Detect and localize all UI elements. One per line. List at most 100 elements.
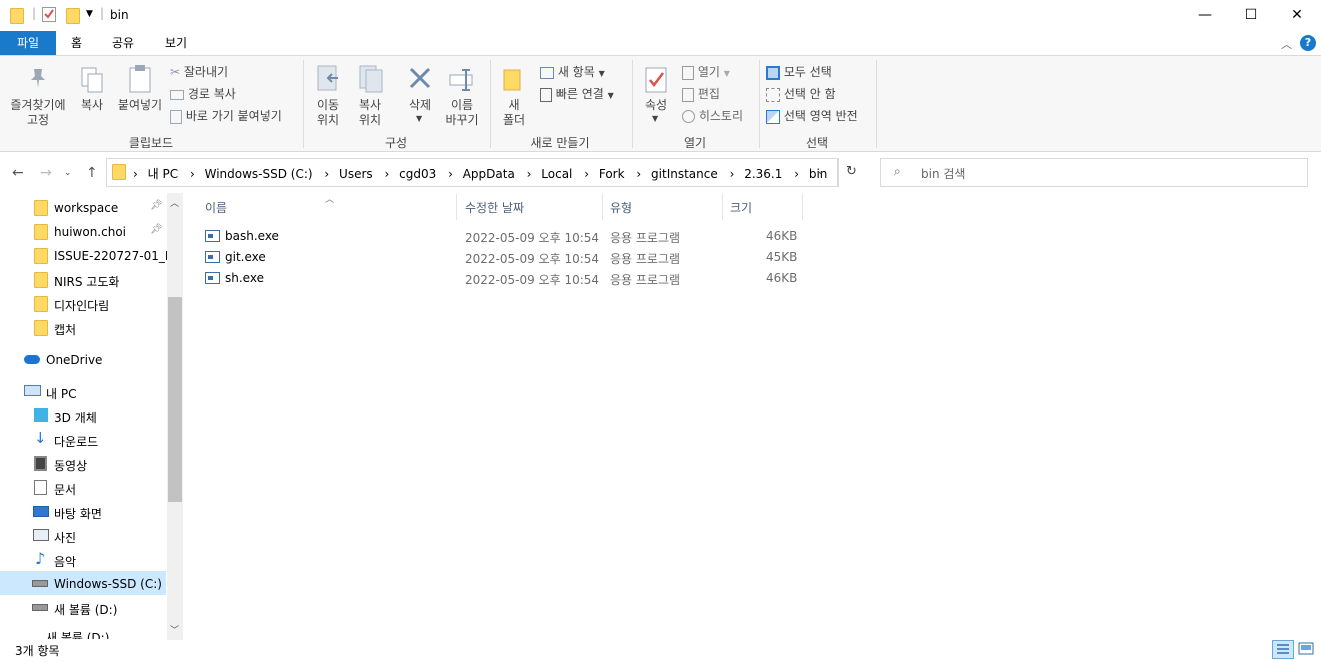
new-folder-quick-icon[interactable] <box>66 8 80 24</box>
paste-button[interactable]: 붙여넣기 <box>114 60 166 130</box>
ribbon-tabs: 파일 홈 공유 보기 ︿ ? <box>0 31 1321 55</box>
easy-access-label: 빠른 연결 <box>555 87 604 101</box>
move-to-button[interactable]: 이동 위치 <box>308 60 348 130</box>
minimize-button[interactable]: — <box>1182 0 1228 31</box>
nav-item-documents[interactable]: 문서 <box>0 475 170 499</box>
nav-item-label: 동영상 <box>54 459 88 473</box>
breadcrumb-item[interactable]: 내 PC <box>148 167 178 181</box>
nav-item-3d-objects[interactable]: 3D 개체 <box>0 403 170 427</box>
large-icons-view-icon[interactable] <box>1297 640 1317 659</box>
properties-quick-icon[interactable] <box>42 7 56 22</box>
delete-button[interactable]: 삭제 ▼ <box>398 60 442 130</box>
recent-chevron-icon[interactable]: ⌄ <box>64 168 72 178</box>
column-divider[interactable] <box>722 194 723 220</box>
column-divider[interactable] <box>456 194 457 220</box>
column-header-date[interactable]: 수정한 날짜 <box>465 199 524 216</box>
copy-path-button[interactable]: 경로 복사 <box>170 85 236 102</box>
easy-access-button[interactable]: 빠른 연결 ▼ <box>540 85 614 102</box>
history-button[interactable]: 히스토리 <box>682 107 743 124</box>
chevron-down-icon[interactable]: ▼ <box>86 9 93 19</box>
breadcrumb-item[interactable]: AppData <box>463 167 515 181</box>
breadcrumb-separator: › <box>133 167 138 181</box>
nav-scrollbar[interactable]: ︿ ﹀ <box>167 193 183 640</box>
clipboard-group-label: 클립보드 <box>128 136 174 150</box>
video-icon <box>34 456 47 471</box>
breadcrumb-item[interactable]: gitInstance <box>651 167 718 181</box>
scrollbar-thumb[interactable] <box>168 297 182 502</box>
nav-item-workspace[interactable]: workspace 📌︎ <box>0 195 170 219</box>
tab-share[interactable]: 공유 <box>98 31 148 55</box>
new-folder-button[interactable]: 새 폴더 <box>496 60 532 130</box>
select-all-button[interactable]: 모두 선택 <box>766 63 832 80</box>
nav-item-downloads[interactable]: ↓ 다운로드 <box>0 427 170 451</box>
download-icon: ↓ <box>34 429 47 447</box>
file-row[interactable]: sh.exe 2022-05-09 오후 10:54 응용 프로그램 46KB <box>203 268 803 289</box>
breadcrumb-item[interactable]: Fork <box>599 167 625 181</box>
file-row[interactable]: git.exe 2022-05-09 오후 10:54 응용 프로그램 45KB <box>203 247 803 268</box>
address-dropdown-chevron-icon[interactable]: ⌄ <box>816 164 825 177</box>
nav-item-onedrive[interactable]: OneDrive <box>0 347 170 371</box>
nav-item-capture[interactable]: 캡처 <box>0 315 170 339</box>
folder-icon <box>10 8 24 24</box>
collapse-ribbon-icon[interactable]: ︿ <box>1281 36 1292 52</box>
nav-item-drive-d-2[interactable]: 새 볼륨 (D:) <box>0 625 170 639</box>
maximize-button[interactable]: ☐ <box>1228 0 1274 31</box>
music-icon: ♪ <box>35 549 46 568</box>
invert-selection-button[interactable]: 선택 영역 반전 <box>766 107 858 124</box>
close-button[interactable]: ✕ <box>1274 0 1320 31</box>
search-placeholder[interactable]: bin 검색 <box>921 165 965 182</box>
properties-button[interactable]: 속성 ▼ <box>638 60 674 130</box>
select-none-button[interactable]: 선택 안 함 <box>766 85 836 102</box>
nav-item-drive-d[interactable]: 새 볼륨 (D:) <box>0 595 170 619</box>
nav-item-nirs[interactable]: NIRS 고도화 <box>0 267 170 291</box>
scroll-up-icon[interactable]: ︿ <box>170 196 179 209</box>
tab-view[interactable]: 보기 <box>151 31 201 55</box>
nav-item-videos[interactable]: 동영상 <box>0 451 170 475</box>
nav-item-drive-c[interactable]: Windows-SSD (C:) <box>0 571 166 595</box>
pin-to-quick-access-button[interactable]: 즐겨찾기에 고정 <box>6 60 70 130</box>
nav-item-label: 내 PC <box>46 387 77 401</box>
column-divider[interactable] <box>602 194 603 220</box>
paste-shortcut-button[interactable]: 바로 가기 붙여넣기 <box>170 107 282 124</box>
copy-button[interactable]: 복사 <box>74 60 110 130</box>
up-arrow-icon[interactable]: ↑ <box>86 165 98 181</box>
properties-label: 속성 <box>644 98 668 112</box>
forward-arrow-icon[interactable]: → <box>40 165 52 181</box>
nav-item-label: 사진 <box>54 531 77 545</box>
nav-item-pictures[interactable]: 사진 <box>0 523 170 547</box>
nav-item-design[interactable]: 디자인다림 <box>0 291 170 315</box>
scroll-down-icon[interactable]: ﹀ <box>170 623 179 636</box>
cut-button[interactable]: ✂ 잘라내기 <box>170 63 228 80</box>
nav-item-this-pc[interactable]: 내 PC <box>0 379 170 403</box>
new-item-button[interactable]: 새 항목 ▼ <box>540 63 605 80</box>
file-name: bash.exe <box>225 229 279 243</box>
refresh-icon[interactable]: ↻ <box>846 164 857 179</box>
breadcrumb-item[interactable]: cgd03 <box>399 167 436 181</box>
column-header-name[interactable]: 이름 <box>205 199 227 216</box>
new-group-label: 새로 만들기 <box>530 136 590 150</box>
nav-item-music[interactable]: ♪ 음악 <box>0 547 170 571</box>
column-header-size[interactable]: 크기 <box>730 199 752 216</box>
column-divider[interactable] <box>802 194 803 220</box>
file-row[interactable]: bash.exe 2022-05-09 오후 10:54 응용 프로그램 46K… <box>203 226 803 247</box>
breadcrumb-item[interactable]: Local <box>541 167 572 181</box>
tab-home[interactable]: 홈 <box>57 31 96 55</box>
help-icon[interactable]: ? <box>1300 35 1316 51</box>
nav-item-desktop[interactable]: 바탕 화면 <box>0 499 170 523</box>
item-count: 3개 항목 <box>15 644 60 658</box>
file-size: 46KB <box>766 271 798 285</box>
chevron-down-icon: ▼ <box>607 91 614 100</box>
edit-button[interactable]: 편집 <box>682 85 720 102</box>
open-button[interactable]: 열기 ▼ <box>682 63 730 80</box>
tab-file[interactable]: 파일 <box>0 31 56 55</box>
rename-button[interactable]: 이름 바꾸기 <box>442 60 482 130</box>
copy-to-button[interactable]: 복사 위치 <box>350 60 390 130</box>
breadcrumb-item[interactable]: Windows-SSD (C:) <box>205 167 313 181</box>
nav-item-issue[interactable]: ISSUE-220727-01_IB <box>0 243 170 267</box>
details-view-icon[interactable] <box>1272 640 1294 659</box>
back-arrow-icon[interactable]: ← <box>12 165 24 181</box>
column-header-type[interactable]: 유형 <box>610 199 632 216</box>
nav-item-huiwon[interactable]: huiwon.choi 📌︎ <box>0 219 170 243</box>
breadcrumb-item[interactable]: Users <box>339 167 373 181</box>
breadcrumb-item[interactable]: 2.36.1 <box>744 167 782 181</box>
